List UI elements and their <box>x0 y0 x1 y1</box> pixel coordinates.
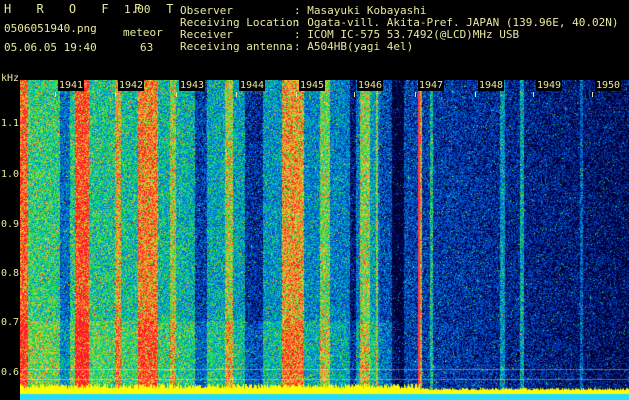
y-unit-label: kHz <box>1 73 20 84</box>
x-tick-label: 1942 <box>118 80 145 91</box>
spectrogram-canvas <box>20 80 629 400</box>
x-tick-mark <box>592 92 593 97</box>
app-version: 1.00 <box>124 3 151 16</box>
x-tick-label: 1950 <box>595 80 622 91</box>
file-name: 0506051940.png <box>4 22 97 35</box>
app-logo: H R O F F T <box>4 2 183 16</box>
x-tick-label: 1947 <box>418 80 445 91</box>
x-tick-label: 1944 <box>239 80 266 91</box>
y-tick-label: 1.0 <box>1 169 20 180</box>
y-tick-label: 0.6 <box>1 367 20 378</box>
y-tick-label: 0.9 <box>1 219 20 230</box>
x-tick-mark <box>533 92 534 97</box>
x-tick-mark <box>176 92 177 97</box>
x-tick-mark <box>354 92 355 97</box>
y-tick-label: 0.7 <box>1 317 20 328</box>
x-tick-mark <box>475 92 476 97</box>
x-tick-label: 1941 <box>58 80 85 91</box>
y-tick-label: 1.1 <box>1 118 20 129</box>
x-tick-mark <box>415 92 416 97</box>
header-panel: H R O F F T 1.00 0506051940.png meteor 0… <box>0 0 629 72</box>
y-tick-label: 0.8 <box>1 268 20 279</box>
x-tick-label: 1949 <box>536 80 563 91</box>
file-datetime: 05.06.05 19:40 <box>4 41 97 54</box>
detection-label: meteor <box>123 26 163 39</box>
x-tick-label: 1945 <box>299 80 326 91</box>
x-tick-mark <box>115 92 116 97</box>
antenna-label: Receiving antenna <box>180 40 293 53</box>
x-tick-mark <box>55 92 56 97</box>
x-tick-label: 1943 <box>179 80 206 91</box>
x-tick-mark <box>296 92 297 97</box>
antenna-value: : A504HB(yagi 4el) <box>294 40 414 53</box>
detection-count: 63 <box>140 41 154 54</box>
x-tick-mark <box>236 92 237 97</box>
x-tick-label: 1946 <box>357 80 384 91</box>
x-tick-label: 1948 <box>478 80 505 91</box>
spectrogram-plot <box>20 80 629 400</box>
